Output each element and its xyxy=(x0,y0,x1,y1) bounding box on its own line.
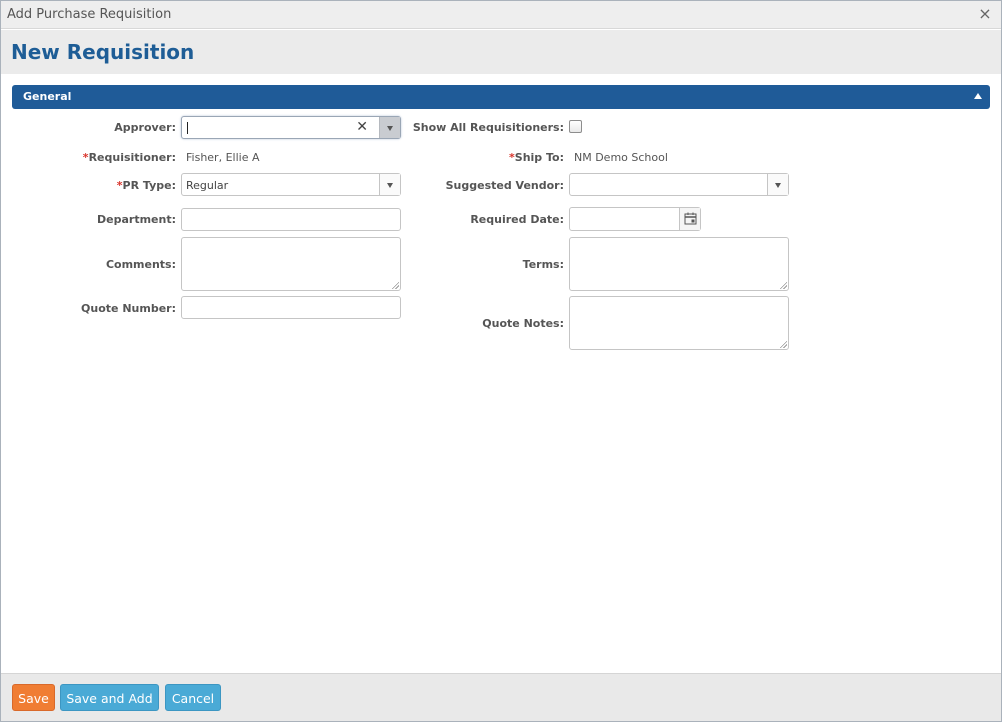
dialog-title: Add Purchase Requisition xyxy=(7,7,172,22)
close-icon[interactable]: × xyxy=(978,5,992,23)
ship-to-label: *Ship To: xyxy=(509,151,564,164)
approver-combobox[interactable]: ✕ xyxy=(181,116,401,139)
quote-number-label: Quote Number: xyxy=(81,302,176,315)
requisitioner-label: *Requisitioner: xyxy=(83,151,176,164)
terms-textarea[interactable] xyxy=(569,237,789,291)
section-general-header[interactable]: General xyxy=(12,85,990,109)
pr-type-value: Regular xyxy=(186,179,229,192)
ship-to-label-text: Ship To: xyxy=(514,151,564,164)
add-purchase-requisition-dialog: Add Purchase Requisition × New Requisiti… xyxy=(0,0,1002,722)
save-button[interactable]: Save xyxy=(12,684,55,711)
chevron-down-icon[interactable] xyxy=(767,174,788,195)
save-and-add-button[interactable]: Save and Add xyxy=(60,684,159,711)
quote-number-input[interactable] xyxy=(181,296,401,319)
dialog-titlebar: Add Purchase Requisition × xyxy=(1,1,1001,29)
required-date-label: Required Date: xyxy=(470,213,564,226)
suggested-vendor-label: Suggested Vendor: xyxy=(445,179,564,192)
suggested-vendor-select[interactable] xyxy=(569,173,789,196)
required-date-input[interactable] xyxy=(569,207,701,231)
show-all-requisitioners-checkbox[interactable] xyxy=(569,120,582,133)
requisitioner-value: Fisher, Ellie A xyxy=(186,151,260,164)
show-all-requisitioners-label: Show All Requisitioners: xyxy=(412,121,564,134)
section-title: General xyxy=(23,90,72,103)
page-title: New Requisition xyxy=(11,40,195,64)
text-cursor xyxy=(187,122,188,134)
requisitioner-label-text: Requisitioner: xyxy=(88,151,176,164)
resize-grip-icon[interactable] xyxy=(779,281,787,289)
terms-label: Terms: xyxy=(522,258,564,271)
clear-icon[interactable]: ✕ xyxy=(356,120,368,135)
calendar-button[interactable] xyxy=(679,208,700,230)
quote-notes-textarea[interactable] xyxy=(569,296,789,350)
chevron-down-icon[interactable] xyxy=(379,117,400,138)
ship-to-value: NM Demo School xyxy=(574,151,668,164)
resize-grip-icon[interactable] xyxy=(779,340,787,348)
approver-label: Approver: xyxy=(114,121,176,134)
comments-label: Comments: xyxy=(105,258,176,271)
resize-grip-icon[interactable] xyxy=(391,281,399,289)
calendar-icon[interactable] xyxy=(680,208,701,230)
dialog-footer: Save Save and Add Cancel xyxy=(1,673,1001,721)
department-label: Department: xyxy=(97,213,176,226)
page-header: New Requisition xyxy=(1,30,1001,74)
pr-type-select[interactable]: Regular xyxy=(181,173,401,196)
quote-notes-label: Quote Notes: xyxy=(482,317,564,330)
chevron-up-icon[interactable] xyxy=(974,93,982,99)
pr-type-label-text: PR Type: xyxy=(122,179,176,192)
department-input[interactable] xyxy=(181,208,401,231)
comments-textarea[interactable] xyxy=(181,237,401,291)
cancel-button[interactable]: Cancel xyxy=(165,684,221,711)
chevron-down-icon[interactable] xyxy=(379,174,400,195)
pr-type-label: *PR Type: xyxy=(117,179,176,192)
